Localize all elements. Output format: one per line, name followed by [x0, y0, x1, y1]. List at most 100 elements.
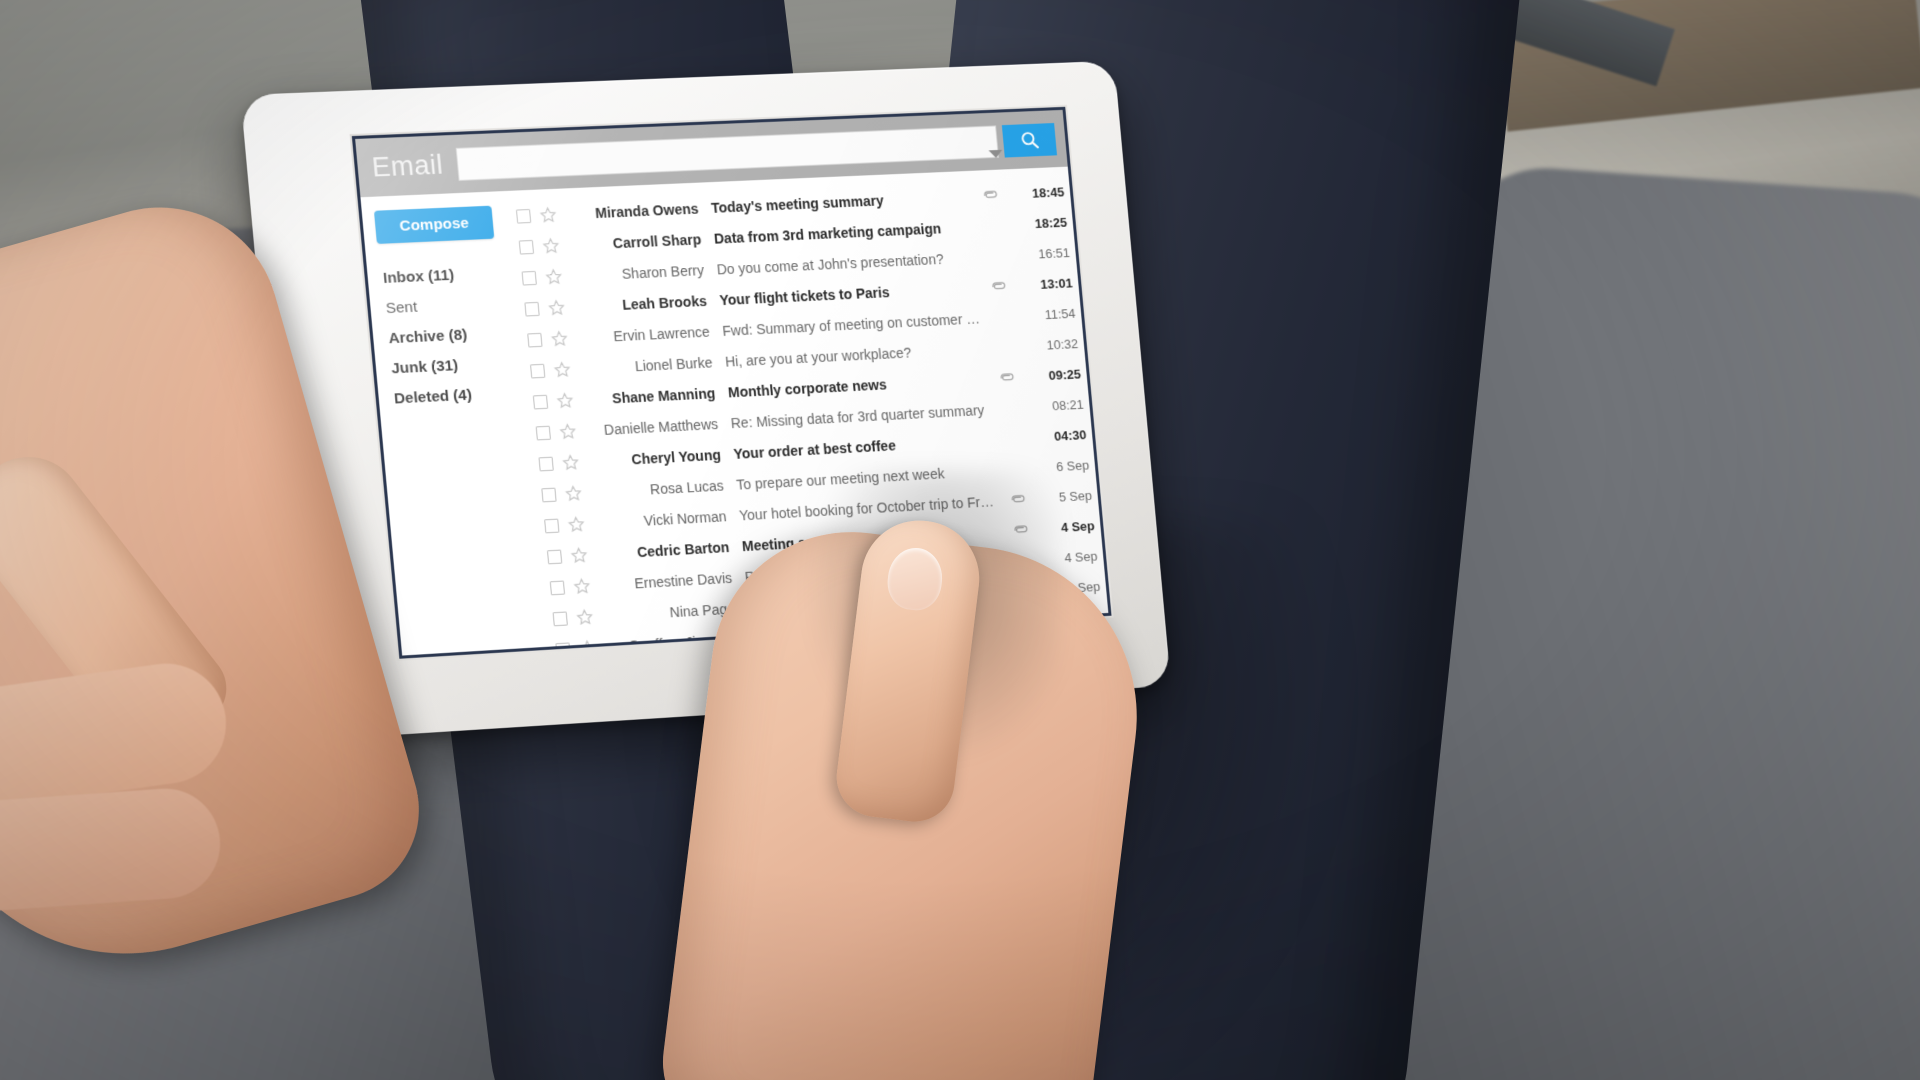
email-sender: Carroll Sharp [612, 230, 702, 251]
email-checkbox[interactable] [521, 270, 537, 286]
sidebar-item-junk[interactable]: Junk (31) [391, 354, 529, 377]
email-sender: Ernestine Davis [633, 569, 733, 591]
email-subject: Today's meeting summary [710, 191, 885, 216]
attachment-indicator [1010, 523, 1031, 537]
search-input[interactable] [455, 124, 999, 181]
star-button[interactable] [553, 360, 572, 378]
email-sender: Rosa Lucas [649, 477, 725, 497]
email-time: 11:54 [1044, 305, 1076, 323]
star-icon [550, 330, 569, 348]
star-button[interactable] [573, 577, 592, 595]
sidebar-item-archive[interactable]: Archive (8) [388, 324, 526, 347]
attachment-indicator [991, 316, 1010, 317]
email-time: 09:25 [1048, 366, 1082, 383]
star-button[interactable] [550, 330, 569, 348]
email-time: 10:32 [1045, 336, 1079, 353]
email-sender: Lionel Burke [634, 353, 714, 374]
paperclip-icon [989, 280, 1007, 294]
search-button[interactable] [1001, 122, 1057, 158]
email-checkbox[interactable] [544, 518, 560, 533]
star-icon [556, 391, 575, 409]
star-button[interactable] [547, 299, 566, 317]
attachment-indicator [1002, 438, 1021, 439]
star-button[interactable] [539, 206, 558, 224]
attachment-indicator [994, 347, 1013, 348]
email-sender: Cheryl Young [630, 446, 722, 467]
email-sender: Ervin Lawrence [612, 323, 711, 344]
email-checkbox[interactable] [532, 394, 549, 409]
compose-button[interactable]: Compose [373, 205, 495, 244]
photo-scene: Email Compose Inbox (11) Sent Archive (8… [0, 0, 1920, 1080]
left-finger-lower [0, 785, 224, 915]
email-time: 6 Sep [1055, 457, 1090, 475]
star-button[interactable] [575, 608, 594, 626]
email-time: 5 Sep [1058, 487, 1093, 505]
email-checkbox[interactable] [515, 208, 532, 224]
star-icon [561, 453, 580, 471]
email-time: 4 Sep [1060, 518, 1096, 535]
star-button[interactable] [561, 453, 580, 471]
star-icon [567, 515, 586, 533]
email-sender: Vicki Norman [643, 507, 728, 529]
app-title: Email [370, 148, 445, 183]
sidebar-item-sent[interactable]: Sent [385, 294, 523, 318]
email-sender: Cedric Barton [636, 538, 730, 560]
email-sender: Leah Brooks [621, 292, 708, 313]
email-checkbox[interactable] [524, 301, 540, 317]
star-button[interactable] [544, 268, 563, 286]
paperclip-icon [1009, 493, 1027, 507]
email-checkbox[interactable] [546, 549, 563, 564]
attachment-indicator [999, 408, 1018, 409]
attachment-indicator [996, 371, 1017, 385]
email-checkbox[interactable] [549, 580, 566, 595]
email-checkbox[interactable] [538, 456, 554, 471]
star-button[interactable] [559, 422, 578, 440]
star-button[interactable] [556, 391, 575, 409]
email-time: 16:51 [1037, 245, 1071, 262]
attachment-indicator [1005, 469, 1024, 470]
attachment-indicator [983, 225, 1002, 226]
attachment-indicator [979, 188, 1000, 202]
attachment-indicator [986, 256, 1005, 257]
star-button[interactable] [564, 484, 583, 502]
star-icon [559, 422, 578, 440]
search-icon [1018, 129, 1040, 150]
chevron-down-icon[interactable] [988, 149, 1003, 159]
paperclip-icon [998, 371, 1016, 385]
email-time: 13:01 [1039, 275, 1074, 292]
star-icon [544, 268, 563, 286]
paperclip-icon [981, 188, 999, 201]
email-checkbox[interactable] [552, 610, 568, 626]
email-time: 18:25 [1034, 214, 1068, 232]
sidebar-item-deleted[interactable]: Deleted (4) [393, 384, 531, 408]
star-button[interactable] [570, 546, 589, 564]
folder-list: Inbox (11) Sent Archive (8) Junk (31) De… [379, 264, 531, 408]
star-icon [547, 299, 566, 317]
paperclip-icon [1011, 523, 1029, 537]
email-subject: Do you come at John's presentation? [716, 250, 945, 277]
email-subject: Data from 3rd marketing campaign [713, 220, 942, 247]
email-sender: Nina Page [669, 600, 736, 620]
email-checkbox[interactable] [535, 425, 551, 440]
email-time: 4 Sep [1063, 548, 1099, 566]
email-sender: Miranda Owens [594, 200, 700, 221]
star-icon [542, 237, 561, 255]
star-icon [575, 608, 594, 626]
email-time: 08:21 [1051, 396, 1085, 414]
email-sender: Danielle Matthews [603, 415, 719, 438]
attachment-indicator [1007, 493, 1028, 507]
email-checkbox[interactable] [527, 332, 543, 348]
star-icon [570, 546, 589, 564]
email-checkbox[interactable] [541, 487, 557, 502]
star-button[interactable] [567, 515, 586, 533]
star-icon [564, 484, 583, 502]
star-icon [553, 360, 572, 378]
email-time: 18:45 [1031, 184, 1065, 201]
attachment-indicator [988, 280, 1009, 294]
sidebar-item-inbox[interactable]: Inbox (11) [382, 264, 520, 287]
star-icon [539, 206, 558, 224]
email-checkbox[interactable] [518, 239, 535, 255]
star-button[interactable] [542, 237, 561, 255]
email-checkbox[interactable] [529, 363, 546, 378]
star-icon [573, 577, 592, 595]
